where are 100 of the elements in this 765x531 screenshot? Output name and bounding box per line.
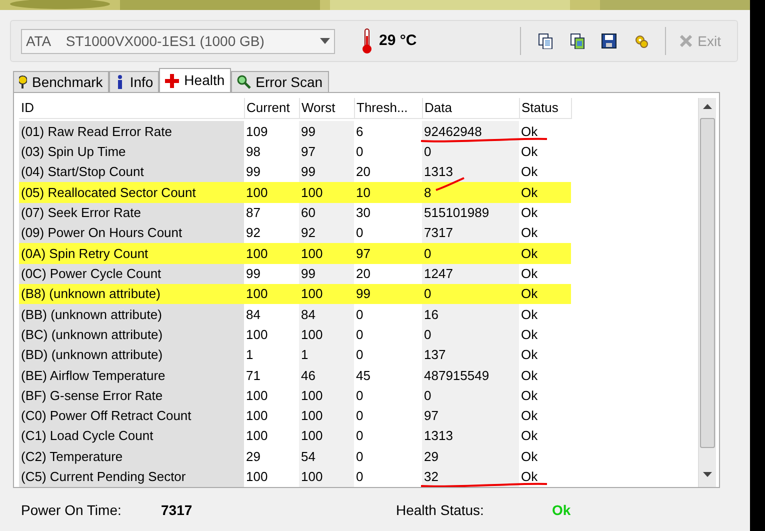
table-cell: 8: [422, 182, 519, 203]
table-cell: Ok: [519, 222, 571, 244]
table-cell: 100: [299, 406, 354, 426]
table-cell: Ok: [519, 162, 571, 182]
table-cell: 100: [244, 324, 299, 345]
table-cell: (05) Reallocated Sector Count: [19, 182, 244, 203]
table-cell: (BB) (unknown attribute): [19, 304, 244, 324]
column-header[interactable]: ID: [19, 98, 244, 118]
column-header[interactable]: Worst: [299, 98, 354, 118]
table-cell: 29: [422, 446, 519, 467]
table-cell: Ok: [519, 243, 571, 264]
table-cell: (0C) Power Cycle Count: [19, 264, 244, 284]
table-cell: 100: [299, 243, 354, 264]
search-icon: [236, 75, 251, 89]
table-cell: (B8) (unknown attribute): [19, 284, 244, 304]
table-cell: 20: [354, 162, 422, 182]
tab[interactable]: Benchmark: [13, 71, 109, 92]
table-cell: 0: [354, 406, 422, 426]
table-cell: (BE) Airflow Temperature: [19, 365, 244, 386]
table-cell: Ok: [519, 284, 571, 304]
table-cell: 30: [354, 202, 422, 223]
copy-icon: [536, 33, 553, 49]
column-header[interactable]: Current: [244, 98, 299, 118]
table-cell: (C0) Power Off Retract Count: [19, 406, 244, 426]
table-cell: 0: [354, 466, 422, 487]
settings-icon: [632, 33, 649, 49]
health-label: Health Status:: [396, 501, 485, 520]
table-cell: 100: [299, 182, 354, 203]
table-cell: 1247: [422, 264, 519, 284]
table-cell: 100: [244, 466, 299, 487]
table-cell: 0: [354, 446, 422, 467]
table-cell: 71: [244, 365, 299, 386]
scrollbar-thumb[interactable]: [700, 118, 715, 448]
tab[interactable]: Info: [108, 71, 160, 92]
table-cell: 100: [299, 324, 354, 345]
save-icon: [600, 33, 617, 49]
table-cell: 0: [422, 142, 519, 162]
table-cell: (01) Raw Read Error Rate: [19, 121, 244, 142]
table-cell: 1: [244, 344, 299, 366]
table-cell: (07) Seek Error Rate: [19, 202, 244, 223]
drive-dropdown[interactable]: ATA ST1000VX000-1ES1 (1000 GB): [21, 28, 335, 54]
column-header[interactable]: Status: [519, 98, 571, 118]
table-cell: 0: [354, 344, 422, 366]
table-cell: 20: [354, 264, 422, 284]
table-cell: 29: [244, 446, 299, 467]
table-cell: 0: [422, 324, 519, 345]
thermometer-icon: [361, 28, 373, 54]
table-cell: 10: [354, 182, 422, 203]
table-cell: 0: [354, 142, 422, 162]
table-cell: 0: [422, 284, 519, 304]
table-cell: (C1) Load Cycle Count: [19, 426, 244, 446]
table-cell: 0: [422, 385, 519, 406]
table-cell: 100: [244, 182, 299, 203]
table-cell: (C5) Current Pending Sector: [19, 466, 244, 487]
power-on-label: Power On Time:: [21, 501, 122, 520]
table-cell: 100: [299, 385, 354, 406]
table-cell: 99: [244, 162, 299, 182]
table-cell: 0: [354, 222, 422, 244]
caret-icon: [320, 38, 330, 44]
close-icon: [680, 35, 692, 47]
tab[interactable]: Health: [159, 68, 231, 92]
up-arrow-icon: [703, 104, 712, 109]
table-cell: 100: [244, 243, 299, 264]
table-cell: 0: [354, 385, 422, 406]
table-cell: 87: [244, 202, 299, 223]
table-cell: 487915549: [422, 365, 519, 386]
table-cell: 7317: [422, 222, 519, 244]
table-cell: (03) Spin Up Time: [19, 142, 244, 162]
column-header[interactable]: Data: [422, 98, 519, 118]
table-cell: (BC) (unknown attribute): [19, 324, 244, 345]
bulb-icon: [19, 75, 27, 89]
table-cell: 99: [244, 264, 299, 284]
table-cell: 1: [299, 344, 354, 366]
table-cell: (BF) G-sense Error Rate: [19, 385, 244, 406]
table-cell: 109: [244, 121, 299, 142]
table-cell: 0: [422, 243, 519, 264]
table-cell: 0: [354, 426, 422, 446]
health-value: Ok: [552, 501, 571, 520]
copy-image-icon: [568, 33, 585, 49]
table-cell: 100: [299, 284, 354, 304]
column-header[interactable]: Thresh...: [354, 98, 422, 118]
table-cell: 100: [299, 426, 354, 446]
table-cell: 99: [299, 264, 354, 284]
table-cell: Ok: [519, 202, 571, 223]
tab[interactable]: Error Scan: [230, 71, 329, 92]
scrollbar[interactable]: [698, 98, 716, 487]
table-cell: 515101989: [422, 202, 519, 223]
cross-icon: [165, 74, 180, 88]
table-cell: 97: [422, 406, 519, 426]
table-cell: 92462948: [422, 121, 519, 142]
table-cell: 46: [299, 365, 354, 386]
table-cell: 97: [299, 142, 354, 162]
table-cell: 92: [244, 222, 299, 244]
table-cell: 100: [244, 426, 299, 446]
table-cell: (C2) Temperature: [19, 446, 244, 467]
table-cell: 92: [299, 222, 354, 244]
table-cell: (09) Power On Hours Count: [19, 222, 244, 244]
down-arrow-icon: [703, 472, 712, 477]
table-cell: Ok: [519, 264, 571, 284]
table-cell: 0: [354, 304, 422, 324]
